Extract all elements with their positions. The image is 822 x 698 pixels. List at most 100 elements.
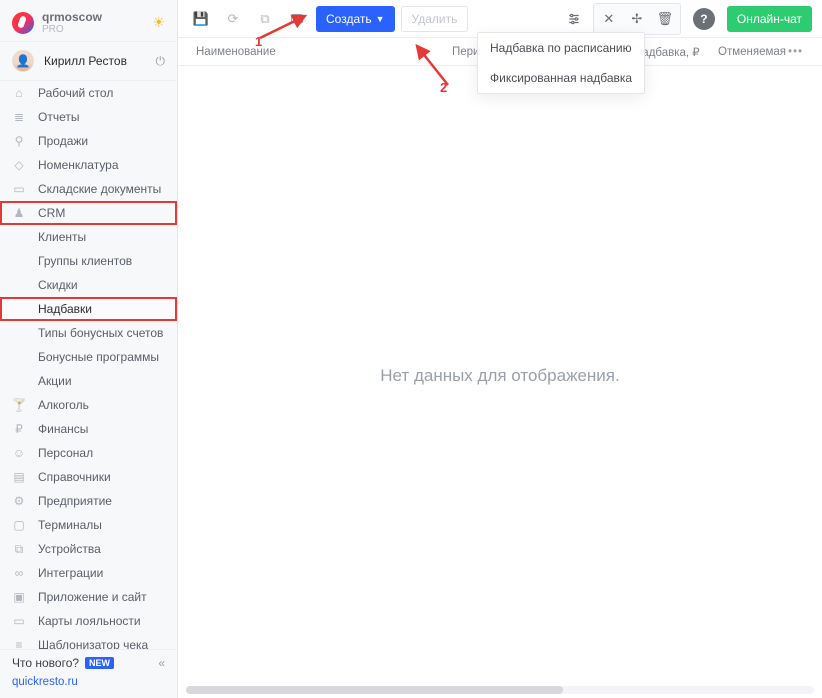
- brand-block: qrmoscow PRO: [42, 10, 102, 35]
- nav-label: CRM: [38, 206, 65, 220]
- nav-nomenclature[interactable]: ◇ Номенклатура: [0, 153, 177, 177]
- copy-icon[interactable]: ⧉: [252, 6, 278, 32]
- nav-crm[interactable]: ♟ CRM: [0, 201, 177, 225]
- gear-icon: ⚙: [12, 494, 26, 508]
- power-icon[interactable]: ⏻: [156, 54, 166, 69]
- alcohol-icon: 🍸: [12, 398, 26, 412]
- nav-label: Складские документы: [38, 182, 161, 196]
- finance-icon: ₽: [12, 422, 26, 436]
- avatar: 👤: [12, 50, 34, 72]
- receipt-icon: ≡: [12, 638, 26, 649]
- nav-crm-surcharges[interactable]: Надбавки: [0, 297, 177, 321]
- nav-receipt-template[interactable]: ≡ Шаблонизатор чека: [0, 633, 177, 649]
- nav-crm-clients[interactable]: Клиенты: [0, 225, 177, 249]
- toolbar-edit-group: ✕ ✢ 🗑: [593, 3, 681, 35]
- nav-appsite[interactable]: ▣ Приложение и сайт: [0, 585, 177, 609]
- nav-sub-label: Бонусные программы: [38, 350, 159, 364]
- nav: ⌂Рабочий стол ≣ Отчеты ⚲ Продажи ◇ Номенкла…: [0, 81, 177, 649]
- sun-icon[interactable]: ☀: [152, 14, 165, 31]
- trash-icon[interactable]: 🗑: [652, 6, 678, 32]
- refresh-icon[interactable]: ⟳: [220, 6, 246, 32]
- delete-button[interactable]: Удалить: [401, 6, 469, 32]
- user-name: Кирилл Рестов: [44, 54, 146, 68]
- nav-label: Номенклатура: [38, 158, 119, 172]
- site-link[interactable]: quickresto.ru: [12, 676, 165, 688]
- move-icon[interactable]: ✢: [624, 6, 650, 32]
- dropdown-fixed-surcharge[interactable]: Фиксированная надбавка: [478, 63, 644, 93]
- nav-crm-bonus-programs[interactable]: Бонусные программы: [0, 345, 177, 369]
- create-button-label: Создать: [326, 12, 372, 26]
- nav-references[interactable]: ▤ Справочники: [0, 465, 177, 489]
- nav-warehouse[interactable]: ▭ Складские документы: [0, 177, 177, 201]
- crm-icon: ♟: [12, 206, 26, 220]
- nav-label: Приложение и сайт: [38, 590, 147, 604]
- nav-alcohol[interactable]: 🍸Алкоголь: [0, 393, 177, 417]
- dropdown-schedule-surcharge[interactable]: Надбавка по расписанию: [478, 33, 644, 63]
- save-icon[interactable]: 💾: [188, 6, 214, 32]
- new-badge: NEW: [85, 657, 114, 669]
- sales-icon: ⚲: [12, 134, 26, 148]
- reports-icon: ≣: [12, 110, 26, 124]
- create-button[interactable]: Создать ▼: [316, 6, 395, 32]
- sidebar-header: qrmoscow PRO ☀: [0, 0, 177, 41]
- nav-sub-label: Клиенты: [38, 230, 86, 244]
- online-chat-button[interactable]: Онлайн-чат: [727, 6, 812, 32]
- nav-sub-label: Надбавки: [38, 302, 92, 316]
- device-icon: ⧉: [12, 542, 26, 557]
- nav-sales[interactable]: ⚲ Продажи: [0, 129, 177, 153]
- book-icon: ▤: [12, 470, 26, 484]
- empty-text: Нет данных для отображения.: [380, 366, 619, 386]
- brand-plan: PRO: [42, 24, 102, 35]
- nav-crm-bonus-types[interactable]: Типы бонусных счетов: [0, 321, 177, 345]
- link-icon: ∞: [12, 566, 26, 580]
- nav-crm-promo[interactable]: Акции: [0, 369, 177, 393]
- create-dropdown: Надбавка по расписанию Фиксированная над…: [477, 32, 645, 94]
- nav-finance[interactable]: ₽ Финансы: [0, 417, 177, 441]
- annotation-label-2: 2: [440, 80, 447, 95]
- staff-icon: ☺: [12, 446, 26, 460]
- nav-staff[interactable]: ☺ Персонал: [0, 441, 177, 465]
- nav-label: Карты лояльности: [38, 614, 141, 628]
- th-cancellable[interactable]: Отменяемая: [710, 46, 782, 58]
- nav-crm-discounts[interactable]: Скидки: [0, 273, 177, 297]
- nav-devices[interactable]: ⧉Устройства: [0, 537, 177, 561]
- nav-label: Терминалы: [38, 518, 102, 532]
- nav-label: Предприятие: [38, 494, 112, 508]
- terminal-icon: ▢: [12, 518, 26, 532]
- tools-icon[interactable]: ✕: [596, 6, 622, 32]
- nav-reports[interactable]: ≣ Отчеты: [0, 105, 177, 129]
- nav-label: Персонал: [38, 446, 93, 460]
- screen-icon[interactable]: 🖵: [284, 6, 310, 32]
- nav-label: Справочники: [38, 470, 111, 484]
- nav-sub-label: Типы бонусных счетов: [38, 326, 163, 340]
- nav-label: Шаблонизатор чека: [38, 638, 148, 649]
- horizontal-scrollbar[interactable]: [186, 686, 814, 694]
- user-row[interactable]: 👤 Кирилл Рестов ⏻: [0, 41, 177, 81]
- card-icon: ▭: [12, 614, 26, 628]
- settings-sliders-icon[interactable]: [561, 6, 587, 32]
- nav-sub-label: Группы клиентов: [38, 254, 132, 268]
- nav-dashboard[interactable]: ⌂Рабочий стол: [0, 81, 177, 105]
- collapse-icon[interactable]: «: [158, 656, 165, 670]
- doc-icon: ▭: [12, 182, 26, 196]
- nav-label: Интеграции: [38, 566, 103, 580]
- help-icon[interactable]: ?: [693, 8, 715, 30]
- tag-icon: ◇: [12, 158, 26, 172]
- nav-label: Отчеты: [38, 110, 79, 124]
- nav-label: Финансы: [38, 422, 88, 436]
- nav-label: Продажи: [38, 134, 88, 148]
- app-icon: ▣: [12, 590, 26, 604]
- main: 💾 ⟳ ⧉ 🖵 Создать ▼ Удалить ✕ ✢ 🗑 ? Онлайн…: [178, 0, 822, 698]
- nav-integrations[interactable]: ∞ Интеграции: [0, 561, 177, 585]
- th-name[interactable]: Наименование: [188, 46, 444, 58]
- nav-crm-groups[interactable]: Группы клиентов: [0, 249, 177, 273]
- nav-loyalty[interactable]: ▭ Карты лояльности: [0, 609, 177, 633]
- nav-enterprise[interactable]: ⚙ Предприятие: [0, 489, 177, 513]
- th-more-icon[interactable]: •••: [782, 46, 809, 58]
- whats-new[interactable]: Что нового? NEW «: [12, 656, 165, 670]
- nav-terminals[interactable]: ▢ Терминалы: [0, 513, 177, 537]
- whats-new-label: Что нового?: [12, 656, 79, 670]
- caret-down-icon: ▼: [376, 14, 385, 24]
- home-icon: ⌂: [12, 86, 26, 100]
- sidebar: qrmoscow PRO ☀ 👤 Кирилл Рестов ⏻ ⌂Рабочи…: [0, 0, 178, 698]
